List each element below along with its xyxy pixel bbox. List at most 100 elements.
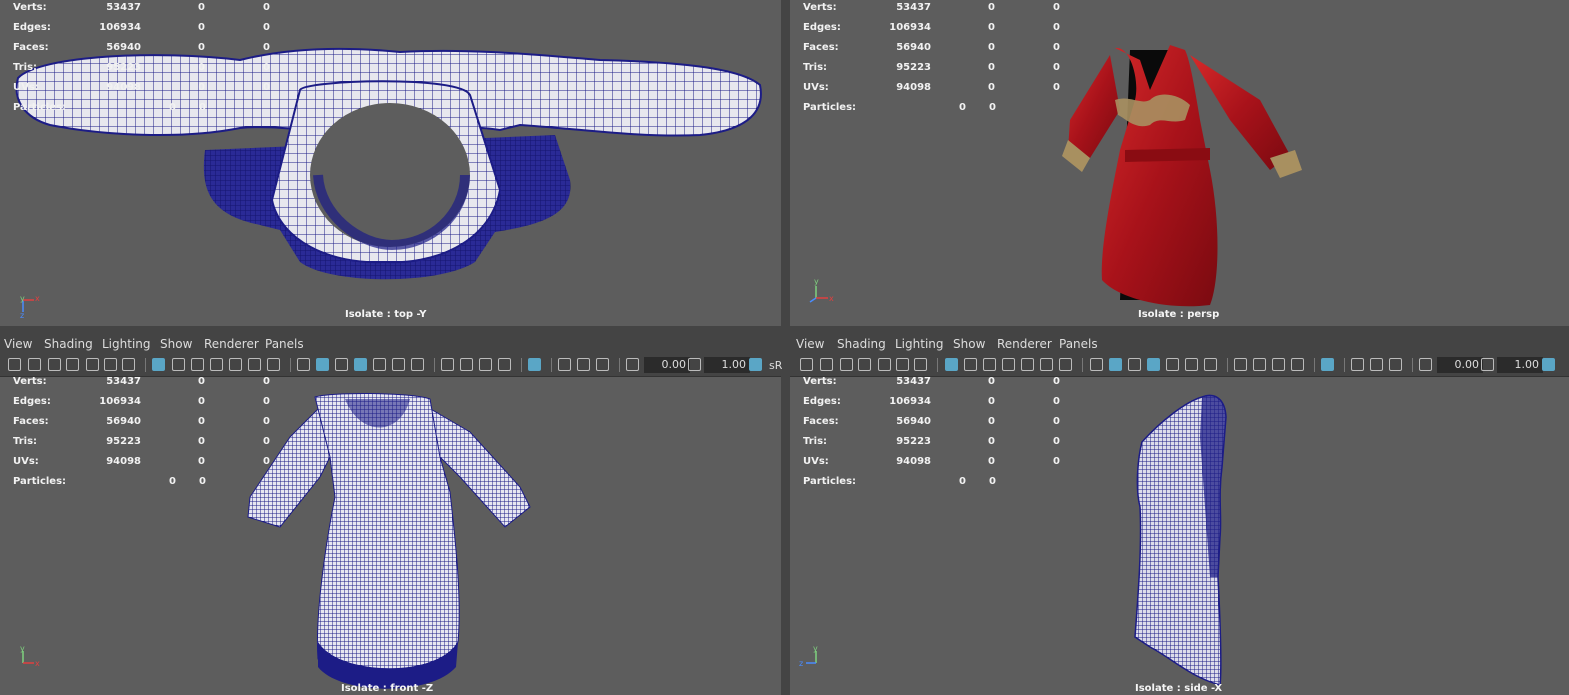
use-all-lights-icon[interactable] [1166,358,1179,371]
menu-shading[interactable]: Shading [837,337,886,351]
motion-blur-icon[interactable] [1253,358,1266,371]
smooth-shade-icon[interactable] [1109,358,1122,371]
field-chart-icon[interactable] [229,358,242,371]
textured-icon[interactable] [1147,358,1160,371]
resolution-gate-icon[interactable] [983,358,996,371]
menu-lighting[interactable]: Lighting [102,337,151,351]
gamma-icon[interactable] [688,358,701,371]
xray-active-icon[interactable] [577,358,590,371]
textured-icon[interactable] [354,358,367,371]
film-gate-icon[interactable] [172,358,185,371]
xray-icon[interactable] [1351,358,1364,371]
grid-icon[interactable] [152,358,165,371]
light-icon[interactable] [1185,358,1198,371]
smooth-shade-icon[interactable] [316,358,329,371]
depth-of-field-icon[interactable] [498,358,511,371]
gate-mask-icon[interactable] [210,358,223,371]
motion-blur-icon[interactable] [460,358,473,371]
menu-renderer[interactable]: Renderer [204,337,259,351]
wireframe-icon[interactable] [297,358,310,371]
axis-z-label: z [799,659,803,668]
bookmark-icon[interactable] [48,358,61,371]
hud-value: 53437 [896,2,931,13]
xray-icon[interactable] [558,358,571,371]
xray-joints-icon[interactable] [1389,358,1402,371]
hud-value: 0 [988,436,995,447]
menu-view[interactable]: View [796,337,824,351]
resolution-gate-icon[interactable] [191,358,204,371]
menu-renderer[interactable]: Renderer [997,337,1052,351]
grid-icon[interactable] [945,358,958,371]
gamma-field[interactable] [704,357,750,373]
menu-shading[interactable]: Shading [44,337,93,351]
safe-action-icon[interactable] [248,358,261,371]
shadows-icon[interactable] [411,358,424,371]
gate-mask-icon[interactable] [1002,358,1015,371]
safe-title-icon[interactable] [267,358,280,371]
bookmark-icon[interactable] [840,358,853,371]
safe-action-icon[interactable] [1040,358,1053,371]
exposure-field[interactable] [1437,357,1483,373]
menu-show[interactable]: Show [160,337,192,351]
camera-icon[interactable] [800,358,813,371]
camera-icon[interactable] [8,358,21,371]
exposure-icon[interactable] [1419,358,1432,371]
hud-label: UVs: [803,456,829,467]
colorspace-label[interactable]: sR [769,359,782,372]
hud-value: 53437 [106,2,141,13]
wireframe-icon[interactable] [1090,358,1103,371]
gamma-icon[interactable] [1481,358,1494,371]
camera-attributes-icon[interactable] [820,358,833,371]
xray-joints-icon[interactable] [596,358,609,371]
hud-value: 0 [198,2,205,13]
menu-show[interactable]: Show [953,337,985,351]
isolate-icon[interactable] [1321,358,1334,371]
pane-splitter-vertical[interactable] [781,0,790,695]
exposure-icon[interactable] [626,358,639,371]
brush-icon[interactable] [122,358,135,371]
image-plane-icon[interactable] [66,358,79,371]
anti-aliasing-icon[interactable] [479,358,492,371]
hud-value: 0 [263,42,270,53]
camera-label: Isolate : top -Y [345,309,427,320]
safe-title-icon[interactable] [1059,358,1072,371]
toolbar-separator [290,358,291,372]
use-all-lights-icon[interactable] [373,358,386,371]
color-management-icon[interactable] [1542,358,1555,371]
shadows-icon[interactable] [1204,358,1217,371]
field-chart-icon[interactable] [1021,358,1034,371]
grease-pencil-icon[interactable] [896,358,909,371]
wireframe-on-shaded-icon[interactable] [335,358,348,371]
hud-value: 0 [1053,436,1060,447]
xray-active-icon[interactable] [1370,358,1383,371]
isolate-icon[interactable] [528,358,541,371]
pane-splitter-horizontal[interactable] [0,326,1569,333]
menu-panels[interactable]: Panels [265,337,304,351]
screen-space-ao-icon[interactable] [1234,358,1247,371]
depth-of-field-icon[interactable] [1291,358,1304,371]
image-plane-icon[interactable] [858,358,871,371]
viewport-top[interactable]: Verts: 53437 0 0 Edges: 106934 0 0 Faces: 56940… [0,0,781,326]
viewport-persp[interactable]: Verts: 53437 0 0 Edges: 106934 0 0 Faces: 56940… [790,0,1569,326]
anti-aliasing-icon[interactable] [1272,358,1285,371]
hud-value: 0 [263,396,270,407]
screen-space-ao-icon[interactable] [441,358,454,371]
camera-attributes-icon[interactable] [28,358,41,371]
2d-pan-icon[interactable] [86,358,99,371]
menu-panels[interactable]: Panels [1059,337,1098,351]
exposure-field[interactable] [644,357,690,373]
viewport-side[interactable]: Verts: 53437 0 0 Edges: 106934 0 0 Faces: 56940… [790,377,1569,695]
toolbar-separator [1314,358,1315,372]
menu-view[interactable]: View [4,337,32,351]
2d-pan-icon[interactable] [878,358,891,371]
light-icon[interactable] [392,358,405,371]
grease-pencil-icon[interactable] [104,358,117,371]
hud-label: Verts: [803,2,837,13]
viewport-front[interactable]: Verts: 53437 0 0 Edges: 106934 0 0 Faces: 56940… [0,377,781,695]
wireframe-on-shaded-icon[interactable] [1128,358,1141,371]
brush-icon[interactable] [914,358,927,371]
film-gate-icon[interactable] [964,358,977,371]
gamma-field[interactable] [1497,357,1543,373]
menu-lighting[interactable]: Lighting [895,337,944,351]
color-management-icon[interactable] [749,358,762,371]
